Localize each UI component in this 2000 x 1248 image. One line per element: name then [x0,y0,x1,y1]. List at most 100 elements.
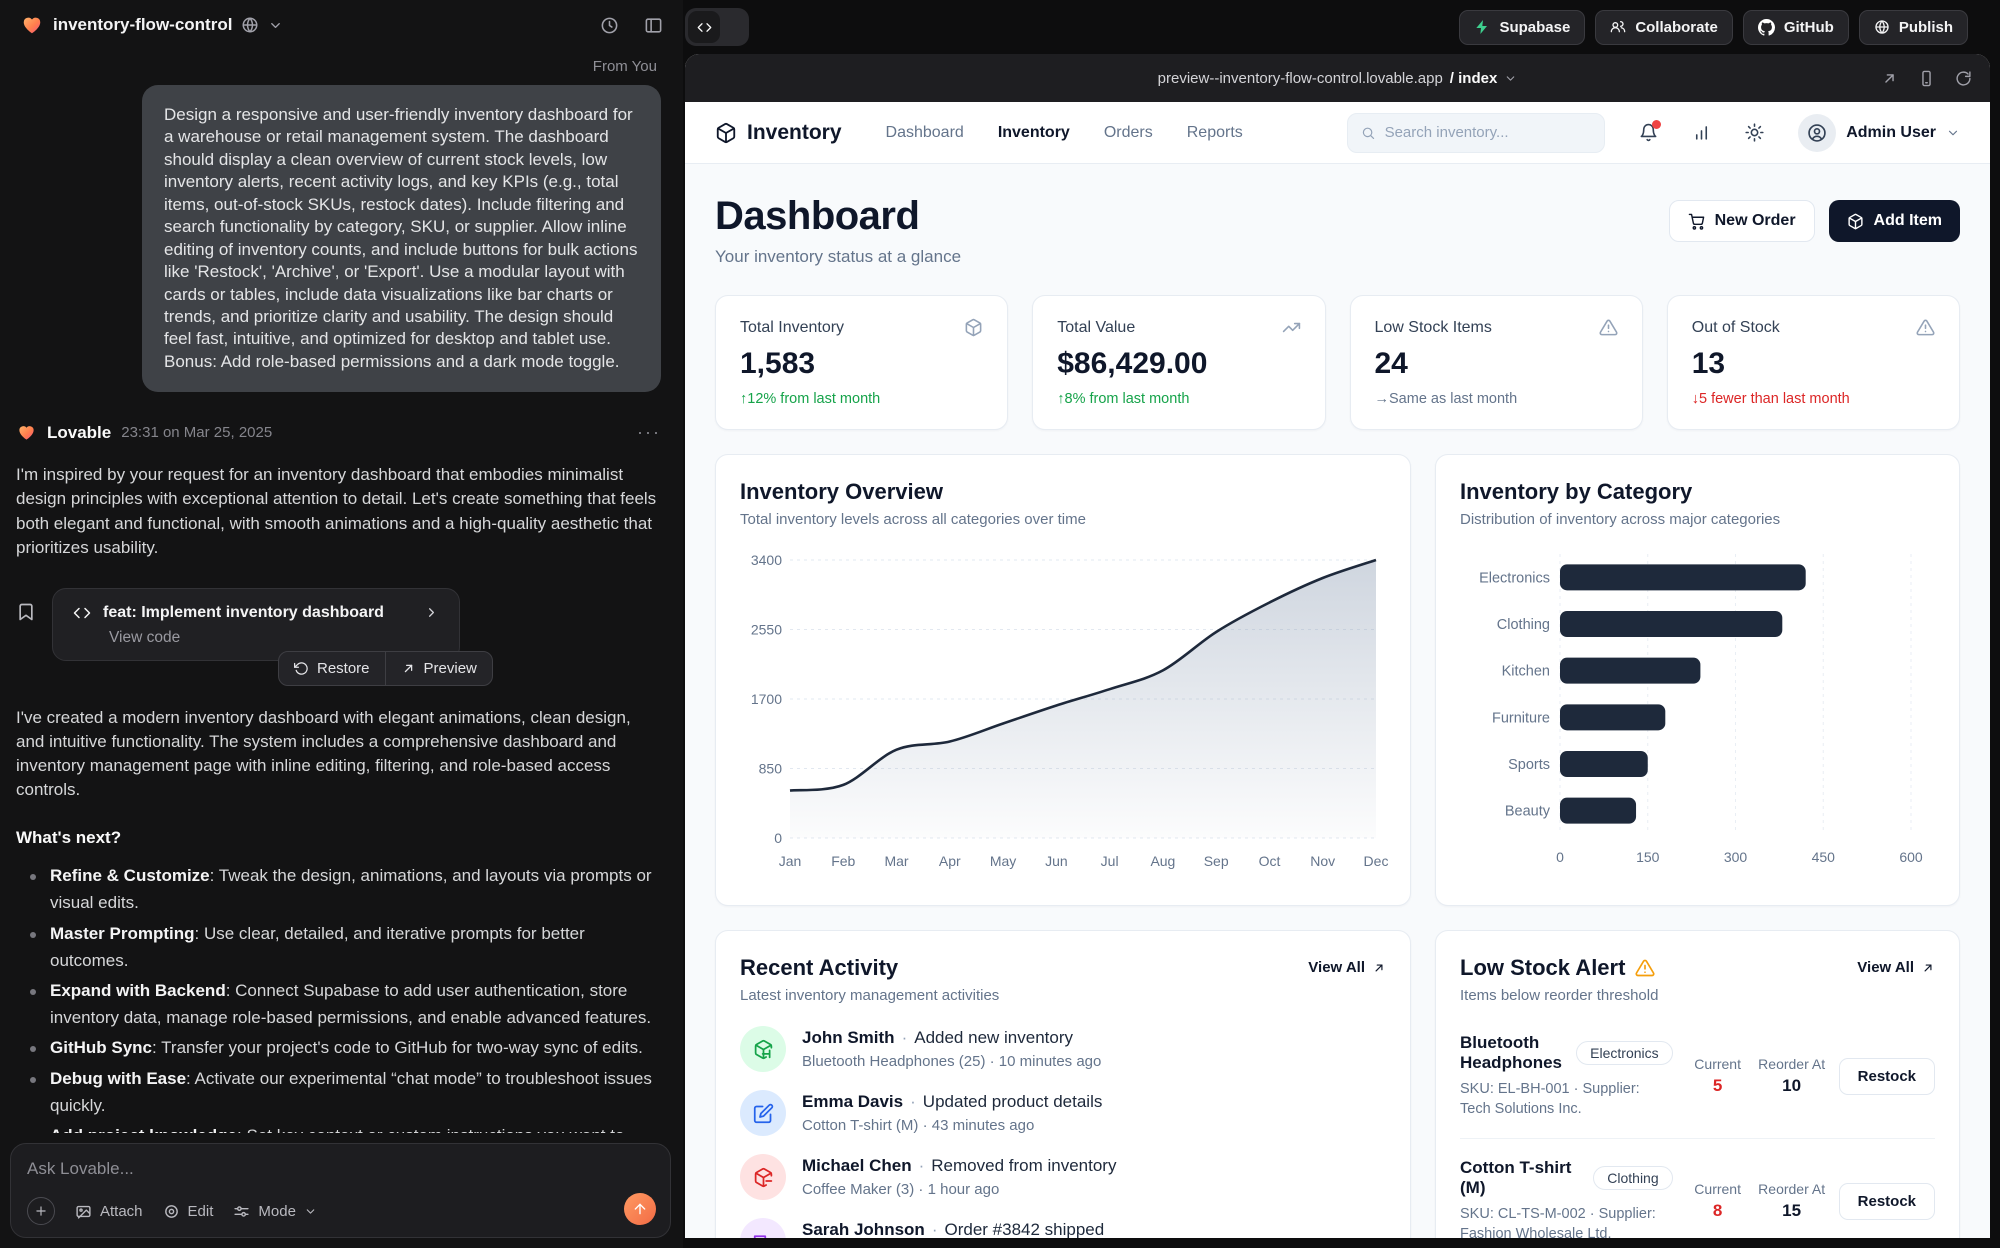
kpi-total-value: Total Value $86,429.00 ↑8% from last mon… [1032,295,1325,430]
svg-text:Beauty: Beauty [1505,804,1551,820]
dashboard-page: Dashboard Your inventory status at a gla… [685,164,1990,1238]
package-icon [1847,213,1864,230]
add-item-button[interactable]: Add Item [1829,200,1960,242]
svg-text:Jan: Jan [779,853,802,869]
inventory-category-bar-chart: 0150300450600ElectronicsClothingKitchenF… [1460,544,1937,876]
chat-panel: inventory-flow-control From You Design a… [0,0,683,1248]
assistant-intro: I'm inspired by your request for an inve… [16,463,661,560]
user-message-bubble: Design a responsive and user-friendly in… [142,85,661,392]
category-badge: Clothing [1593,1166,1672,1190]
new-order-button[interactable]: New Order [1669,200,1815,242]
svg-text:Furniture: Furniture [1492,710,1550,726]
theme-toggle-sun-icon[interactable] [1745,123,1764,142]
search-input[interactable] [1385,124,1592,141]
code-preview-toggle[interactable] [685,8,749,46]
activity-row: Sarah Johnson·Order #3842 shipped Desk L… [740,1218,1386,1238]
notifications-bell-icon[interactable] [1639,123,1658,142]
package-icon [964,318,983,337]
preview-button[interactable]: Preview [385,652,492,685]
code-icon [73,604,91,622]
message-timestamp: 23:31 on Mar 25, 2025 [121,424,272,441]
svg-text:Nov: Nov [1310,853,1335,869]
analytics-icon[interactable] [1692,123,1711,142]
warning-triangle-icon [1635,958,1655,978]
mode-button[interactable]: Mode [233,1203,317,1220]
bookmark-icon[interactable] [16,602,36,622]
list-item: Add project knowledge: Set key context o… [16,1122,661,1133]
alert-triangle-icon [1599,318,1618,337]
view-all-link[interactable]: View All [1308,959,1386,976]
attach-button[interactable]: Attach [75,1203,143,1220]
kpi-total-inventory: Total Inventory 1,583 ↑12% from last mon… [715,295,1008,430]
svg-text:Sports: Sports [1508,757,1550,773]
activity-row: Emma Davis·Updated product details Cotto… [740,1090,1386,1136]
activity-row: John Smith·Added new inventory Bluetooth… [740,1026,1386,1072]
svg-text:Sep: Sep [1204,853,1229,869]
chat-input[interactable] [27,1159,654,1179]
supabase-button[interactable]: Supabase [1459,10,1585,45]
nav-orders[interactable]: Orders [1104,124,1153,142]
low-stock-row: Bluetooth Headphones Electronics SKU: EL… [1460,1014,1935,1139]
inventory-overview-line-chart: 0850170025503400JanFebMarAprMayJunJulAug… [740,544,1388,876]
preview-frame: preview--inventory-flow-control.lovable.… [685,54,1990,1238]
open-external-icon[interactable] [1881,70,1898,87]
restore-button[interactable]: Restore [279,652,385,685]
svg-text:Aug: Aug [1150,853,1175,869]
section-subtitle: Latest inventory management activities [740,987,999,1004]
history-icon[interactable] [600,16,619,35]
nav-inventory[interactable]: Inventory [998,124,1070,142]
chart-subtitle: Distribution of inventory across major c… [1460,511,1935,528]
chat-input-box[interactable]: Attach Edit Mode [10,1143,671,1238]
code-toggle-icon [688,11,720,43]
page-title: Dashboard [715,194,961,239]
package-icon [715,122,737,144]
svg-text:450: 450 [1812,849,1836,865]
assistant-summary: I've created a modern inventory dashboar… [16,706,661,803]
collaborate-button[interactable]: Collaborate [1595,10,1733,45]
send-button[interactable] [624,1193,656,1225]
low-stock-row: Cotton T-shirt (M) Clothing SKU: CL-TS-M… [1460,1139,1935,1238]
message-options-icon[interactable]: ··· [637,422,661,443]
edit-icon [740,1090,786,1136]
commit-title: feat: Implement inventory dashboard [103,604,384,622]
github-button[interactable]: GitHub [1743,10,1849,45]
next-steps-list: Refine & Customize: Tweak the design, an… [16,862,661,1133]
svg-text:850: 850 [759,761,783,777]
nav-reports[interactable]: Reports [1187,124,1243,142]
view-code-link[interactable]: View code [109,629,439,647]
package-minus-icon [740,1154,786,1200]
chart-title: Inventory by Category [1460,479,1935,505]
kpi-out-of-stock: Out of Stock 13 ↓5 fewer than last month [1667,295,1960,430]
user-menu[interactable]: Admin User [1798,114,1960,152]
low-stock-alert-card: Low Stock Alert Items below reorder thre… [1435,930,1960,1238]
chat-scroll-area[interactable]: From You Design a responsive and user-fr… [0,50,683,1133]
view-all-link[interactable]: View All [1857,959,1935,976]
trending-up-icon [1282,318,1301,337]
list-item: Master Prompting: Use clear, detailed, a… [16,920,661,974]
edit-button[interactable]: Edit [163,1203,214,1220]
search-box[interactable] [1347,113,1605,153]
mobile-view-icon[interactable] [1918,70,1935,87]
restock-button[interactable]: Restock [1839,1058,1935,1095]
svg-text:May: May [990,853,1016,869]
chart-title: Inventory Overview [740,479,1386,505]
refresh-icon[interactable] [1955,70,1972,87]
app-navbar: Inventory Dashboard Inventory Orders Rep… [685,102,1990,164]
svg-text:0: 0 [1556,849,1564,865]
preview-url[interactable]: preview--inventory-flow-control.lovable.… [1158,70,1518,87]
app-brand[interactable]: Inventory [715,121,842,145]
assistant-name: Lovable [47,423,111,443]
svg-text:600: 600 [1899,849,1923,865]
svg-text:Electronics: Electronics [1479,570,1550,586]
nav-dashboard[interactable]: Dashboard [886,124,964,142]
add-attachment-icon[interactable] [27,1197,55,1225]
inventory-overview-card: Inventory Overview Total inventory level… [715,454,1411,906]
chevron-right-icon[interactable] [424,605,439,620]
project-chevron-down-icon[interactable] [268,18,283,33]
sidebar-panel-icon[interactable] [644,16,663,35]
publish-button[interactable]: Publish [1859,10,1968,45]
avatar [1798,114,1836,152]
published-globe-icon[interactable] [241,16,259,34]
restock-button[interactable]: Restock [1839,1183,1935,1220]
project-name[interactable]: inventory-flow-control [53,15,232,35]
